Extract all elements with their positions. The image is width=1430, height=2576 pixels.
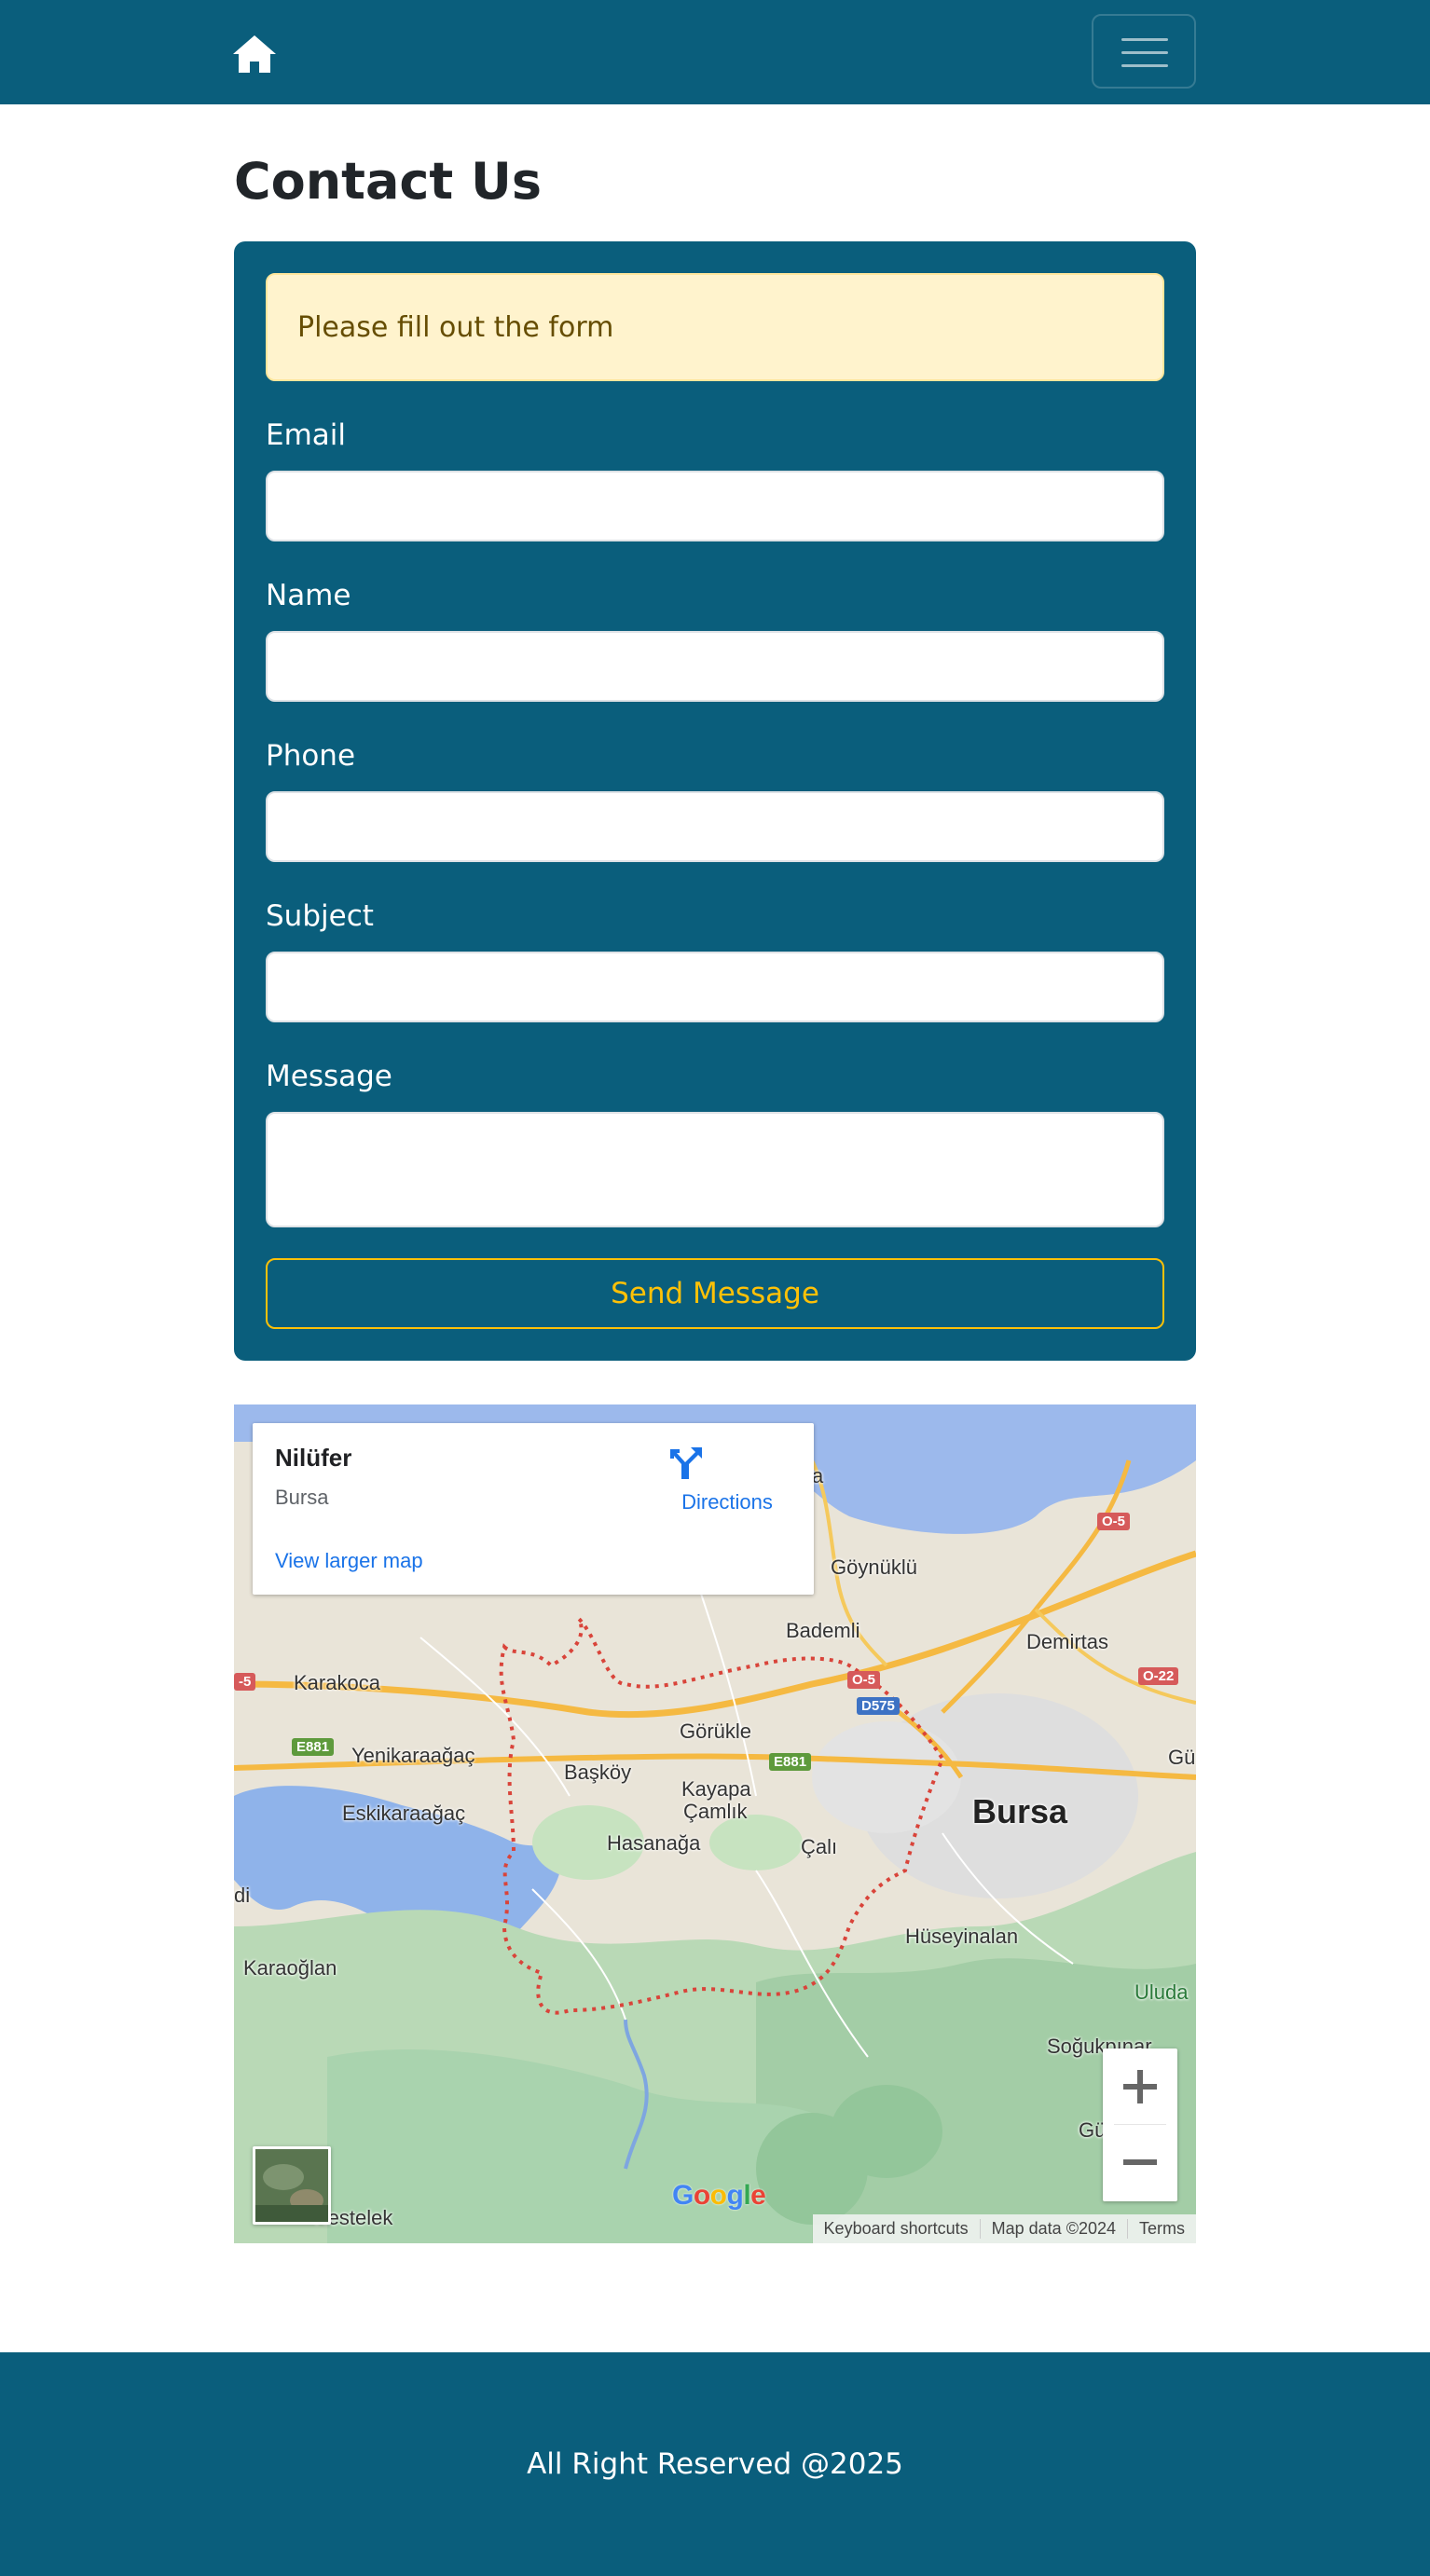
zoom-control [1103, 2048, 1177, 2201]
hamburger-menu-icon [1121, 38, 1168, 41]
map-label-bursa: Bursa [972, 1792, 1068, 1830]
directions-icon [670, 1447, 702, 1479]
map-label-yenikaraagac: Yenikaraağaç [351, 1744, 475, 1767]
send-message-button[interactable]: Send Message [266, 1258, 1164, 1329]
map-label-kayapa: Kayapa [681, 1777, 751, 1801]
message-label: Message [266, 1060, 392, 1093]
navbar [0, 0, 1430, 104]
road-badge-o22: O-22 [1138, 1667, 1179, 1685]
form-alert: Please fill out the form [266, 273, 1164, 381]
road-badge-o5-center: O-5 [847, 1671, 881, 1689]
directions-link[interactable]: Directions [667, 1444, 788, 1518]
google-logo-letter: e [750, 2180, 766, 2211]
minus-icon [1123, 2159, 1157, 2165]
map-label-karakoca: Karakoca [294, 1671, 380, 1694]
plus-icon [1123, 2070, 1157, 2103]
map-label-gorukle: Görükle [680, 1720, 752, 1743]
map-attribution: Keyboard shortcuts Map data ©2024 Terms [812, 2214, 1196, 2243]
map-label-goynuklu: Göynüklü [831, 1555, 917, 1579]
home-icon[interactable] [231, 34, 278, 75]
name-label: Name [266, 579, 351, 612]
google-logo-letter: G [672, 2180, 694, 2211]
place-name: Nilüfer [275, 1444, 352, 1472]
map-label-eskikaraagac: Eskikaraağaç [342, 1802, 466, 1825]
map-label-gu-east: Gü [1168, 1746, 1196, 1769]
keyboard-shortcuts-link[interactable]: Keyboard shortcuts [813, 2219, 980, 2239]
google-logo-letter: o [709, 2180, 727, 2211]
page-title: Contact Us [234, 152, 543, 211]
map-label-camlik: Çamlık [683, 1800, 748, 1823]
email-field[interactable] [266, 471, 1164, 541]
place-region: Bursa [275, 1486, 329, 1509]
hamburger-menu-icon [1121, 64, 1168, 67]
directions-label: Directions [681, 1490, 773, 1514]
map-label-bademli: Bademli [786, 1619, 860, 1642]
map-label-uluda: Uluda [1134, 1980, 1189, 2004]
road-badge-o5: O-5 [1097, 1513, 1131, 1530]
footer: All Right Reserved @2025 [0, 2352, 1430, 2576]
view-larger-map-link[interactable]: View larger map [275, 1549, 423, 1573]
message-field[interactable] [266, 1112, 1164, 1227]
map-label-hasanaga: Hasanağa [607, 1831, 701, 1855]
road-badge-o5-west: -5 [234, 1673, 256, 1691]
map-place-card: Nilüfer Bursa View larger map Directions [253, 1423, 814, 1595]
footer-copyright: All Right Reserved @2025 [527, 2447, 903, 2481]
road-badge-e881-center: E881 [769, 1753, 812, 1771]
alert-text: Please fill out the form [297, 311, 614, 344]
google-logo: Google [672, 2180, 766, 2212]
google-logo-letter: g [726, 2180, 744, 2211]
embedded-map[interactable]: Göynüklü Bademli Demirtas Karakoca Görük… [234, 1404, 1196, 2243]
email-label: Email [266, 418, 347, 452]
map-label-gu-south: Gü [1079, 2118, 1107, 2142]
google-logo-letter: o [693, 2180, 710, 2211]
terms-link[interactable]: Terms [1127, 2219, 1196, 2239]
google-logo-letter: l [743, 2180, 751, 2211]
subject-label: Subject [266, 899, 374, 933]
contact-form: Please fill out the form Email Name Phon… [234, 241, 1196, 1361]
zoom-in-button[interactable] [1103, 2048, 1177, 2124]
phone-field[interactable] [266, 791, 1164, 862]
zoom-out-button[interactable] [1103, 2125, 1177, 2200]
map-label-huseyinalan: Hüseyinalan [905, 1925, 1019, 1948]
phone-label: Phone [266, 739, 356, 773]
navbar-toggler-button[interactable] [1092, 14, 1196, 89]
hamburger-menu-icon [1121, 51, 1168, 54]
road-badge-e881-west: E881 [292, 1738, 335, 1756]
map-data-link[interactable]: Map data ©2024 [979, 2219, 1127, 2239]
map-label-di: di [234, 1884, 251, 1907]
map-label-baskoy: Başköy [564, 1761, 632, 1784]
road-badge-d575: D575 [857, 1697, 900, 1715]
map-label-cali: Çalı [801, 1835, 838, 1858]
satellite-thumbnail-icon [255, 2149, 328, 2222]
map-label-karaoglan: Karaoğlan [243, 1956, 337, 1980]
map-label-demirtas: Demirtas [1026, 1630, 1109, 1653]
subject-field[interactable] [266, 952, 1164, 1022]
name-field[interactable] [266, 631, 1164, 702]
satellite-layer-toggle[interactable] [253, 2146, 331, 2225]
